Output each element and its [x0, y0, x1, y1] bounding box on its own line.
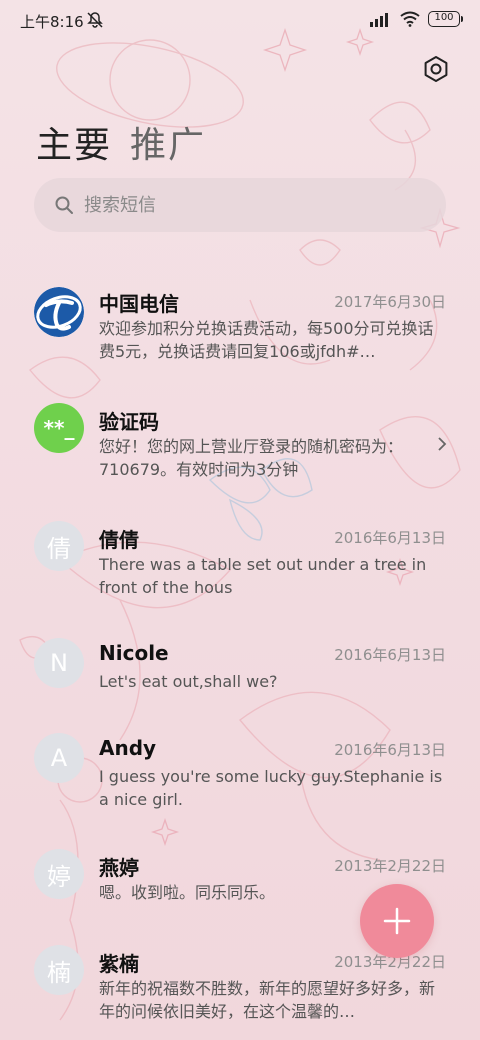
new-message-button[interactable] — [360, 884, 434, 958]
mute-icon — [87, 12, 103, 28]
message-preview: There was a table set out under a tree i… — [99, 555, 427, 597]
status-time: 上午8:16 — [20, 13, 84, 31]
avatar-verification: **_ — [34, 403, 84, 453]
message-date: 2016年6月13日 — [334, 741, 446, 759]
signal-icon — [370, 13, 388, 27]
settings-icon[interactable] — [422, 55, 450, 83]
avatar: 婷 — [34, 849, 84, 899]
avatar: 倩 — [34, 521, 84, 571]
chevron-right-icon[interactable] — [436, 436, 448, 452]
message-date: 2017年6月30日 — [334, 293, 446, 311]
tab-primary[interactable]: 主要 — [36, 116, 112, 168]
search-bar[interactable] — [34, 178, 446, 232]
message-sender: 验证码 — [99, 410, 159, 434]
avatar: N — [34, 638, 84, 688]
message-preview: I guess you're some lucky guy.Stephanie … — [99, 767, 443, 809]
message-sender: 紫楠 — [99, 952, 139, 976]
battery-icon: 100 — [428, 11, 463, 27]
avatar: 楠 — [34, 945, 84, 995]
tab-bar: 主要 推广 — [36, 116, 206, 168]
message-sender: 中国电信 — [99, 292, 179, 316]
message-date: 2013年2月22日 — [334, 857, 446, 875]
search-input[interactable] — [84, 194, 384, 216]
message-sender: Andy — [99, 736, 157, 760]
message-date: 2016年6月13日 — [334, 646, 446, 664]
message-sender: 倩倩 — [99, 528, 139, 552]
message-preview: 您好！您的网上营业厅登录的随机密码为：710679。有效时间为3分钟 — [99, 437, 404, 479]
message-date: 2016年6月13日 — [334, 529, 446, 547]
status-bar: 上午8:16 100 — [0, 0, 480, 42]
wifi-icon — [400, 11, 420, 27]
message-preview: Let's eat out,shall we? — [99, 672, 278, 691]
message-sender: Nicole — [99, 641, 169, 665]
telecom-logo-icon — [34, 287, 84, 337]
status-indicators: 100 — [370, 11, 463, 27]
message-preview: 欢迎参加积分兑换话费活动，每500分可兑换话费5元，兑换话费请回复106或jfd… — [99, 319, 434, 361]
plus-icon — [383, 907, 411, 935]
tab-promotions[interactable]: 推广 — [130, 116, 206, 168]
avatar-telecom-logo — [34, 287, 84, 337]
avatar: A — [34, 733, 84, 783]
message-sender: 燕婷 — [99, 856, 139, 880]
message-preview: 新年的祝福数不胜数，新年的愿望好多好多，新年的问候依旧美好，在这个温馨的… — [99, 979, 436, 1021]
search-icon — [55, 196, 73, 214]
